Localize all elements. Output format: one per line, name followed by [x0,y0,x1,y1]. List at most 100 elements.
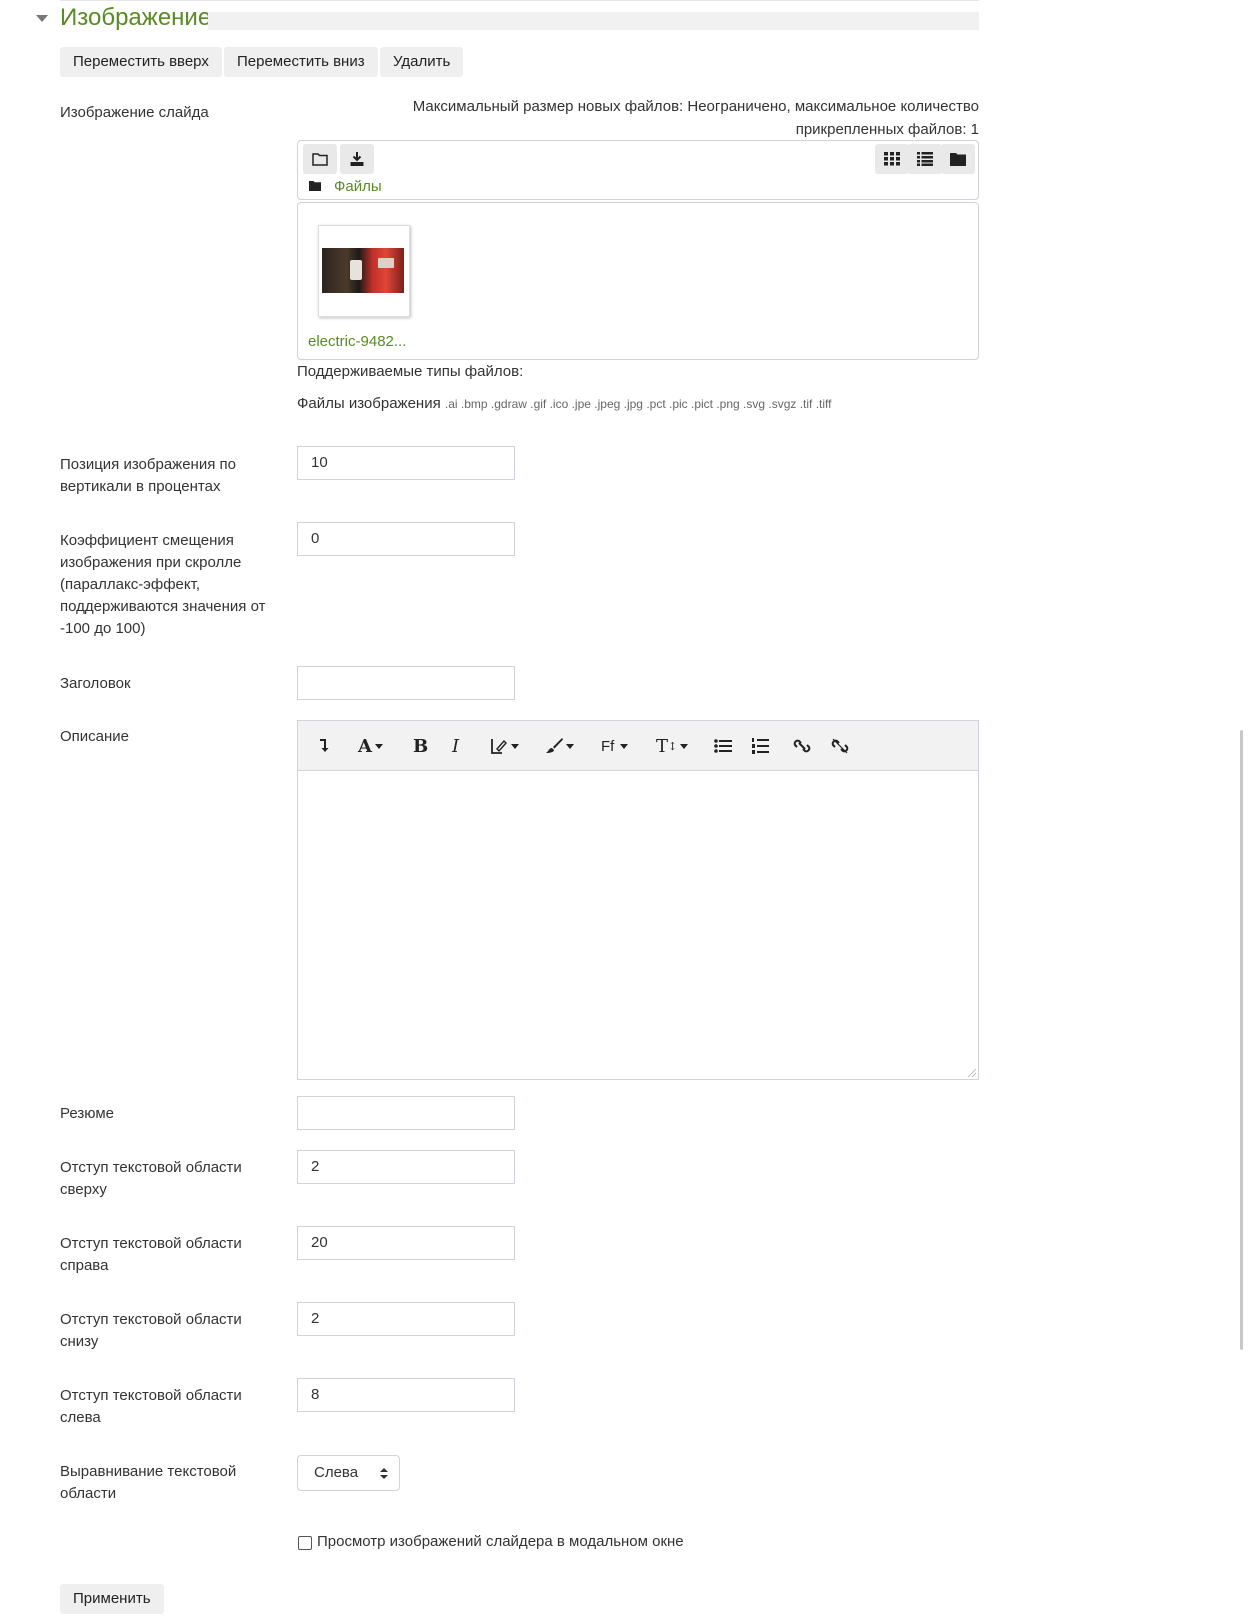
modal-view-checkbox[interactable] [298,1536,312,1550]
numbered-list-button[interactable] [751,733,769,759]
chevron-down-icon [566,743,574,749]
select-arrows-icon [380,1468,388,1480]
font-family-button[interactable]: Ff [601,733,629,759]
vpos-input[interactable]: 10 [297,446,515,480]
grid-view-button[interactable] [875,144,909,174]
numbered-list-icon [752,738,769,754]
slide-image-label: Изображение слайда [60,104,209,121]
chevron-down-icon [374,743,383,749]
pad-left-label-line-2: слева [60,1409,101,1426]
parallax-label: Коэффициент смещения изображения при скр… [60,530,275,640]
description-label: Описание [60,728,130,745]
list-view-button[interactable] [908,144,942,174]
font-size-button[interactable]: T ↕ [656,733,689,759]
pad-left-label: Отступ текстовой области слева [60,1385,275,1429]
brush-button[interactable] [545,733,574,759]
caret-down-icon[interactable] [36,15,48,22]
file-drop-area[interactable]: electric-9482... [297,202,979,360]
pad-right-label: Отступ текстовой области справа [60,1233,275,1277]
vpos-label: Позиция изображения по вертикали в проце… [60,454,275,498]
description-editor[interactable] [297,771,979,1080]
font-family-icon: Ff [601,737,615,755]
parallax-label-line-1: Коэффициент смещения [60,532,234,549]
align-select-value: Слева [314,1464,359,1481]
parallax-label-line-4: поддерживаются значения от [60,598,266,615]
unlink-button[interactable] [831,733,849,759]
style-button[interactable] [490,733,519,759]
chevron-down-icon [620,743,629,749]
delete-button[interactable]: Удалить [380,47,464,77]
section-title: Изображение [60,4,212,31]
link-button[interactable] [793,733,811,759]
parallax-label-line-5: -100 до 100) [60,620,146,637]
file-manager-toolbar: Файлы [297,140,979,200]
pad-top-label: Отступ текстовой области сверху [60,1157,275,1201]
supported-types-title: Поддерживаемые типы файлов: [297,363,524,380]
font-size-icon: T [656,735,669,757]
file-thumbnail[interactable] [318,225,410,317]
grid-view-icon [884,152,900,166]
download-icon [350,152,364,166]
pad-top-label-line-2: сверху [60,1181,107,1198]
unlink-icon [831,738,849,754]
add-file-button[interactable] [303,144,337,174]
list-view-icon [917,152,933,166]
modal-view-label[interactable]: Просмотр изображений слайдера в модально… [317,1531,684,1553]
font-color-icon: A [358,735,372,757]
move-down-button[interactable]: Переместить вниз [224,47,378,77]
folder-icon [309,181,321,191]
download-all-button[interactable] [340,144,374,174]
chevron-down-icon [680,743,689,749]
vpos-label-line-2: вертикали в процентах [60,478,221,495]
summary-label: Резюме [60,1105,114,1122]
file-limits-line-2: прикрепленных файлов: 1 [795,121,979,138]
bold-icon: B [413,735,429,757]
scrollbar[interactable] [1240,730,1243,1350]
file-limits-text: Максимальный размер новых файлов: Неогра… [297,95,979,141]
top-divider [60,0,979,1]
bullet-list-button[interactable] [714,733,732,759]
italic-button[interactable]: I [452,733,459,759]
apply-button[interactable]: Применить [60,1584,164,1614]
link-icon [793,739,811,753]
supported-types-extensions: .ai .bmp .gdraw .gif .ico .jpe .jpeg .jp… [444,397,832,411]
pad-top-input[interactable]: 2 [297,1150,515,1184]
supported-types-list: Файлы изображения .ai .bmp .gdraw .gif .… [297,393,832,415]
summary-input[interactable] [297,1096,515,1130]
section-header-bar [208,12,979,30]
pad-right-label-line-2: справа [60,1257,109,1274]
file-limits-line-1: Максимальный размер новых файлов: Неогра… [412,98,979,115]
collapse-toolbar-button[interactable] [318,733,330,759]
move-up-button[interactable]: Переместить вверх [60,47,222,77]
heading-label: Заголовок [60,675,131,692]
bullet-list-icon [714,739,732,753]
align-label-line-1: Выравнивание текстовой [60,1463,237,1480]
brush-icon [546,738,563,753]
heading-input[interactable] [297,666,515,700]
pad-bottom-label-line-1: Отступ текстовой области [60,1311,242,1328]
breadcrumb-files[interactable]: Файлы [334,178,382,195]
tree-view-button[interactable] [941,144,975,174]
file-name-link[interactable]: electric-9482... [308,333,406,350]
pad-right-label-line-1: Отступ текстовой области [60,1235,242,1252]
style-icon [491,739,507,754]
editor-toolbar: A B I Ff T ↕ [297,720,979,771]
section-header[interactable]: Изображение [36,4,979,31]
align-label-line-2: области [60,1485,117,1502]
pad-right-input[interactable]: 20 [297,1226,515,1260]
pad-top-label-line-1: Отступ текстовой области [60,1159,242,1176]
parallax-label-line-2: изображения при скролле [60,554,242,571]
pad-left-input[interactable]: 8 [297,1378,515,1412]
supported-types-group: Файлы изображения [297,395,441,412]
resize-handle-icon[interactable] [968,1069,976,1077]
font-color-button[interactable]: A [358,733,383,759]
align-select[interactable]: Слева [297,1455,400,1491]
collapse-icon [320,739,329,752]
chevron-down-icon [511,743,519,749]
parallax-input[interactable]: 0 [297,522,515,556]
bold-button[interactable]: B [413,733,428,759]
pad-bottom-label-line-2: снизу [60,1333,99,1350]
file-thumbnail-image [322,248,404,293]
italic-icon: I [452,735,460,757]
pad-bottom-input[interactable]: 2 [297,1302,515,1336]
